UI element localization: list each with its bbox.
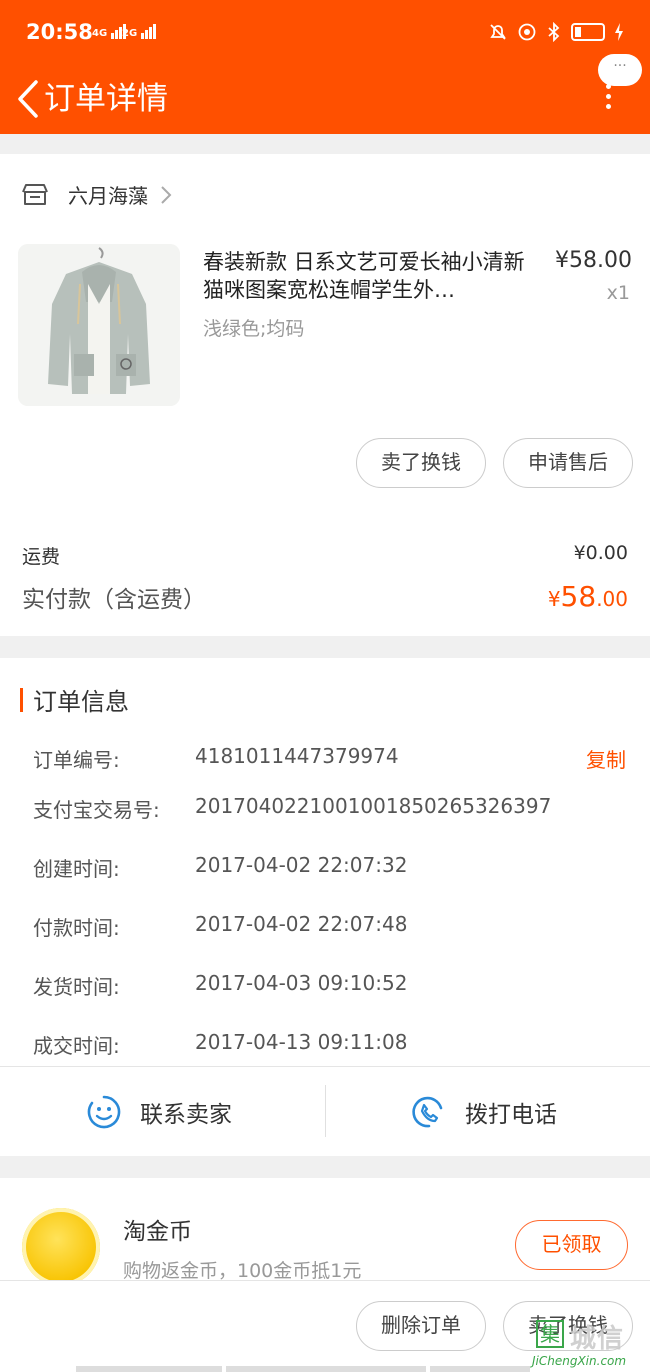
call-phone-label: 拨打电话 <box>465 1102 557 1128</box>
coin-title: 淘金币 <box>123 1219 192 1245</box>
apply-after-sale-button[interactable]: 申请售后 <box>503 438 633 488</box>
created-time-label: 创建时间: <box>33 857 120 881</box>
sell-for-cash-button[interactable]: 卖了换钱 <box>356 438 486 488</box>
bluetooth-icon <box>548 22 560 42</box>
home-indicator <box>226 1366 426 1372</box>
coin-subtitle: 购物返金币，100金币抵1元 <box>123 1260 362 1280</box>
taojinbi-card: 淘金币 购物返金币，100金币抵1元 已领取 <box>0 1178 650 1280</box>
order-number-label: 订单编号: <box>33 748 120 772</box>
watermark-glyph: 集 <box>536 1320 564 1348</box>
coins-claimed-button[interactable]: 已领取 <box>515 1220 628 1270</box>
completed-time-label: 成交时间: <box>33 1034 120 1058</box>
chevron-right-icon <box>161 185 172 204</box>
shop-row[interactable]: 六月海藻 <box>22 180 172 209</box>
paid-time-value: 2017-04-02 22:07:48 <box>195 912 408 936</box>
page-title: 订单详情 <box>44 81 168 117</box>
vertical-divider <box>325 1085 326 1137</box>
nav-bar: 订单详情 ··· <box>0 54 650 134</box>
shipping-fee-label: 运费 <box>22 546 61 568</box>
phone-icon <box>412 1096 443 1128</box>
created-time-value: 2017-04-02 22:07:32 <box>195 853 408 877</box>
charging-icon <box>615 23 623 41</box>
product-sku: 浅绿色;均码 <box>203 318 305 340</box>
back-arrow-icon[interactable] <box>14 74 44 124</box>
shop-name: 六月海藻 <box>68 184 148 208</box>
order-number-value: 4181011447379974 <box>195 744 399 768</box>
jacket-image <box>18 244 180 406</box>
paid-amount-label: 实付款（含运费） <box>22 587 206 613</box>
home-indicator <box>76 1366 222 1372</box>
shipped-time-label: 发货时间: <box>33 975 120 999</box>
chat-face-icon <box>87 1095 121 1129</box>
contact-row: 联系卖家 拨打电话 <box>0 1066 650 1156</box>
shop-icon <box>22 183 48 205</box>
alarm-icon <box>518 23 536 41</box>
shipping-fee-value: ¥0.00 <box>573 542 628 564</box>
watermark-text: 城信 <box>570 1324 625 1354</box>
gold-coin-icon <box>22 1208 100 1280</box>
product-price: ¥58.00 <box>555 248 632 273</box>
product-quantity: x1 <box>606 282 630 304</box>
home-indicator <box>430 1366 530 1372</box>
product-title[interactable]: 春装新款 日系文艺可爱长袖小清新猫咪图案宽松连帽学生外… <box>203 248 533 304</box>
order-info-header: 订单信息 <box>20 682 129 717</box>
delete-order-button[interactable]: 删除订单 <box>356 1301 486 1351</box>
section-accent-bar <box>20 687 23 712</box>
product-image[interactable] <box>18 244 180 406</box>
alipay-trade-value: 2017040221001001850265326397 <box>195 794 552 818</box>
shipped-time-value: 2017-04-03 09:10:52 <box>195 971 408 995</box>
call-phone-button[interactable]: 拨打电话 <box>411 1067 557 1157</box>
signal-2g-icon: 2G <box>122 24 157 39</box>
paid-amount-value: ¥58.00 <box>547 580 628 613</box>
watermark-url: JiChengXin.com <box>532 1354 627 1368</box>
battery-icon <box>571 23 605 41</box>
message-bubble-icon[interactable]: ··· <box>598 54 642 86</box>
completed-time-value: 2017-04-13 09:11:08 <box>195 1030 408 1054</box>
order-item-card: 六月海藻 春装新款 日系文艺可爱长袖小清新猫咪图案宽松连帽学生外… ¥58.00… <box>0 154 650 636</box>
order-info-card: 订单信息 订单编号: 4181011447379974 复制 支付宝交易号: 2… <box>0 658 650 1156</box>
contact-seller-label: 联系卖家 <box>140 1102 232 1128</box>
more-menu-icon[interactable] <box>606 84 612 114</box>
section-title: 订单信息 <box>33 688 129 716</box>
status-bar: 20:58 4G 2G <box>0 0 650 66</box>
status-icons <box>488 22 624 42</box>
copy-order-number-link[interactable]: 复制 <box>586 744 626 773</box>
paid-time-label: 付款时间: <box>33 916 120 940</box>
status-time: 20:58 <box>26 20 93 44</box>
mute-bell-icon <box>490 24 506 40</box>
watermark-logo: 集 城信 JiChengXin.com <box>532 1318 648 1372</box>
contact-seller-button[interactable]: 联系卖家 <box>86 1067 232 1157</box>
alipay-trade-label: 支付宝交易号: <box>33 798 160 822</box>
